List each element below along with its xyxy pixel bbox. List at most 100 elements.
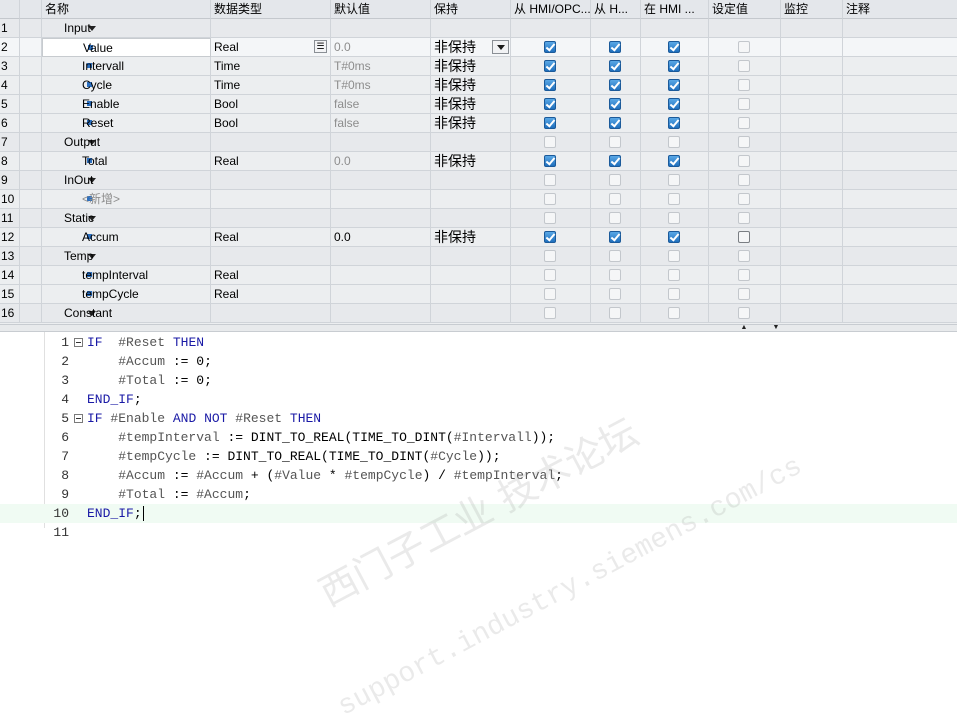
code-line[interactable]: 5 IF #Enable AND NOT #Reset THEN [0, 409, 957, 428]
setpoint-checkbox[interactable] [738, 250, 750, 262]
setpoint-checkbox[interactable] [738, 231, 750, 243]
fold-collapse-icon[interactable] [74, 338, 83, 347]
header-retain[interactable]: 保持 [431, 0, 511, 19]
hmi-access-checkbox[interactable] [609, 174, 621, 186]
hmi-access-checkbox[interactable] [668, 98, 680, 110]
hmi-access-checkbox[interactable] [668, 193, 680, 205]
hmi-access-checkbox[interactable] [668, 288, 680, 300]
setpoint-checkbox[interactable] [738, 117, 750, 129]
hmi-access-checkbox[interactable] [544, 288, 556, 300]
table-row[interactable]: 3 Intervall Time T#0ms 非保持 [0, 57, 957, 76]
hmi-access-checkbox[interactable] [544, 269, 556, 281]
header-comment[interactable]: 注释 [843, 0, 957, 19]
hmi-access-checkbox[interactable] [544, 231, 556, 243]
hmi-access-checkbox[interactable] [609, 269, 621, 281]
setpoint-checkbox[interactable] [738, 193, 750, 205]
setpoint-checkbox[interactable] [738, 98, 750, 110]
code-line[interactable]: 11 [0, 523, 957, 542]
setpoint-checkbox[interactable] [738, 269, 750, 281]
code-line[interactable]: 8 #Accum := #Accum + (#Value * #tempCycl… [0, 466, 957, 485]
hmi-access-checkbox[interactable] [668, 79, 680, 91]
hmi-access-checkbox[interactable] [668, 117, 680, 129]
hmi-access-checkbox[interactable] [609, 60, 621, 72]
setpoint-checkbox[interactable] [738, 60, 750, 72]
code-line[interactable]: 2 #Accum := 0; [0, 352, 957, 371]
hmi-access-checkbox[interactable] [668, 250, 680, 262]
setpoint-checkbox[interactable] [738, 288, 750, 300]
splitter-down-button[interactable]: ▼ [765, 324, 787, 331]
setpoint-checkbox[interactable] [738, 79, 750, 91]
hmi-access-checkbox[interactable] [544, 174, 556, 186]
setpoint-checkbox[interactable] [738, 41, 750, 53]
hmi-access-checkbox[interactable] [668, 231, 680, 243]
hmi-access-checkbox[interactable] [668, 212, 680, 224]
header-monitor[interactable]: 监控 [781, 0, 843, 19]
table-row[interactable]: 2 Value Real 0.0 非保持 ☰ [0, 38, 957, 57]
hmi-access-checkbox[interactable] [609, 193, 621, 205]
hmi-access-checkbox[interactable] [544, 250, 556, 262]
hmi-access-checkbox[interactable] [609, 250, 621, 262]
code-line[interactable]: 7 #tempCycle := DINT_TO_REAL(TIME_TO_DIN… [0, 447, 957, 466]
hmi-access-checkbox[interactable] [609, 212, 621, 224]
hmi-access-checkbox[interactable] [609, 231, 621, 243]
fold-collapse-icon[interactable] [74, 414, 83, 423]
hmi-access-checkbox[interactable] [544, 193, 556, 205]
table-row[interactable]: 7 Output [0, 133, 957, 152]
header-hmi-in[interactable]: 在 HMI ... [641, 0, 709, 19]
hmi-access-checkbox[interactable] [609, 98, 621, 110]
scl-code-editor[interactable]: 1 IF #Reset THEN 2 #Accum := 0; 3 #Total :=… [0, 332, 957, 723]
add-new-placeholder[interactable]: <新增> [82, 190, 120, 208]
hmi-access-checkbox[interactable] [544, 117, 556, 129]
datatype-list-button[interactable]: ☰ [314, 40, 327, 53]
table-row[interactable]: 8 Total Real 0.0 非保持 [0, 152, 957, 171]
hmi-access-checkbox[interactable] [609, 288, 621, 300]
header-setpoint[interactable]: 设定值 [709, 0, 781, 19]
hmi-access-checkbox[interactable] [544, 155, 556, 167]
hmi-access-checkbox[interactable] [544, 307, 556, 319]
hmi-access-checkbox[interactable] [609, 155, 621, 167]
hmi-access-checkbox[interactable] [668, 155, 680, 167]
retain-dropdown-button[interactable] [492, 40, 509, 54]
hmi-access-checkbox[interactable] [609, 41, 621, 53]
hmi-access-checkbox[interactable] [668, 307, 680, 319]
hmi-access-checkbox[interactable] [668, 41, 680, 53]
table-row[interactable]: 4 Cycle Time T#0ms 非保持 [0, 76, 957, 95]
code-line[interactable]: 4 END_IF; [0, 390, 957, 409]
code-line[interactable]: 10 END_IF; [0, 504, 957, 523]
table-row[interactable]: 10 <新增> [0, 190, 957, 209]
code-line[interactable]: 6 #tempInterval := DINT_TO_REAL(TIME_TO_… [0, 428, 957, 447]
hmi-access-checkbox[interactable] [544, 136, 556, 148]
hmi-access-checkbox[interactable] [544, 98, 556, 110]
hmi-access-checkbox[interactable] [609, 79, 621, 91]
hmi-access-checkbox[interactable] [668, 174, 680, 186]
table-row[interactable]: 16 Constant [0, 304, 957, 323]
table-row[interactable]: 11 Static [0, 209, 957, 228]
setpoint-checkbox[interactable] [738, 136, 750, 148]
table-row[interactable]: 5 Enable Bool false 非保持 [0, 95, 957, 114]
code-line[interactable]: 3 #Total := 0; [0, 371, 957, 390]
hmi-access-checkbox[interactable] [544, 60, 556, 72]
row-name-cell-editing[interactable]: Value [42, 38, 211, 57]
code-line[interactable]: 1 IF #Reset THEN [0, 333, 957, 352]
splitter-up-button[interactable]: ▲ [733, 324, 755, 331]
setpoint-checkbox[interactable] [738, 212, 750, 224]
hmi-access-checkbox[interactable] [668, 136, 680, 148]
code-line[interactable]: 9 #Total := #Accum; [0, 485, 957, 504]
hmi-access-checkbox[interactable] [668, 269, 680, 281]
header-datatype[interactable]: 数据类型 [211, 0, 331, 19]
header-default[interactable]: 默认值 [331, 0, 431, 19]
hmi-access-checkbox[interactable] [609, 117, 621, 129]
hmi-access-checkbox[interactable] [609, 307, 621, 319]
setpoint-checkbox[interactable] [738, 155, 750, 167]
table-row[interactable]: 1 Input [0, 19, 957, 38]
setpoint-checkbox[interactable] [738, 307, 750, 319]
hmi-access-checkbox[interactable] [668, 60, 680, 72]
hmi-access-checkbox[interactable] [544, 212, 556, 224]
header-hmi-visible[interactable]: 从 H... [591, 0, 641, 19]
table-row[interactable]: 14 tempInterval Real [0, 266, 957, 285]
header-hmi-opc[interactable]: 从 HMI/OPC... [511, 0, 591, 19]
hmi-access-checkbox[interactable] [544, 41, 556, 53]
setpoint-checkbox[interactable] [738, 174, 750, 186]
hmi-access-checkbox[interactable] [544, 79, 556, 91]
editor-splitter[interactable]: ▲ ▼ [0, 324, 957, 332]
